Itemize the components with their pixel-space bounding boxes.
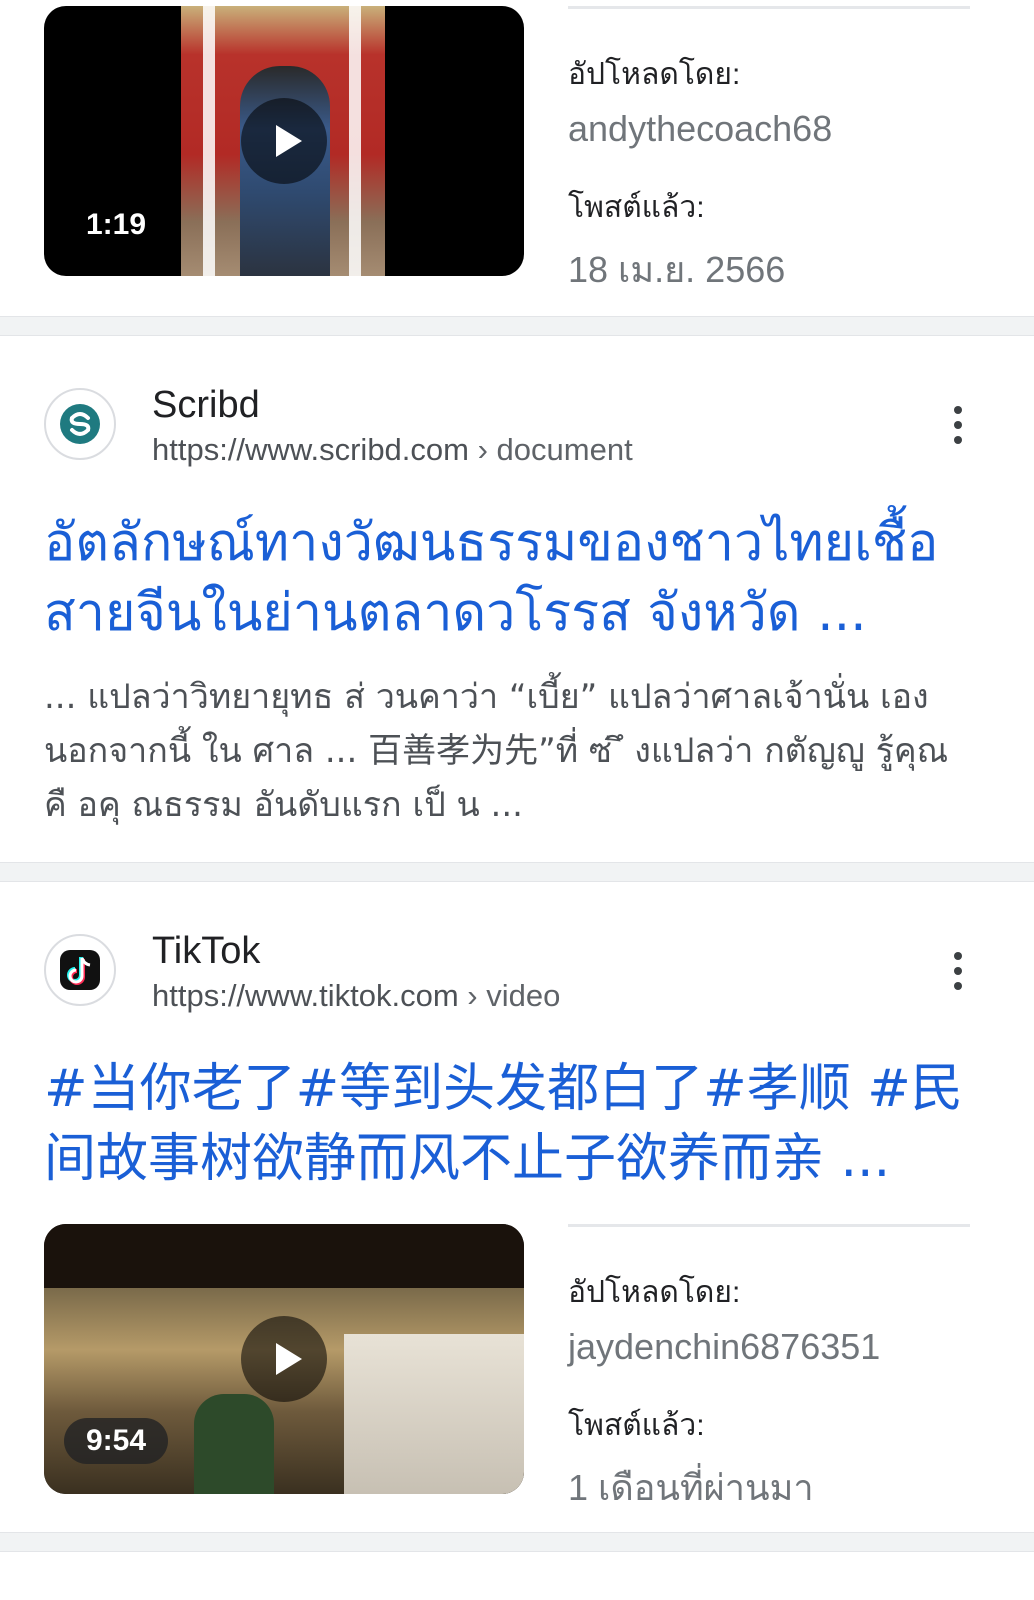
video-result-card-1: 1:19 อัปโหลดโดย: andythecoach68 โพสต์แล้… xyxy=(0,0,1034,316)
result-title-link[interactable]: อัตลักษณ์ทางวัฒนธรรมของชาวไทยเชื้อสายจีน… xyxy=(44,508,974,648)
posted-label: โพสต์แล้ว: xyxy=(568,191,705,224)
source-url: https://www.tiktok.com › video xyxy=(152,978,560,1014)
source-url: https://www.scribd.com › document xyxy=(152,432,633,468)
video-duration: 9:54 xyxy=(64,1418,169,1464)
more-options-icon[interactable] xyxy=(950,406,966,446)
result-divider xyxy=(0,862,1034,882)
video-meta-1: อัปโหลดโดย: andythecoach68 โพสต์แล้ว: 18… xyxy=(568,6,970,298)
play-icon[interactable] xyxy=(241,1316,327,1402)
source-name: Scribd xyxy=(152,384,260,426)
posted-date: 1 เดือนที่ผ่านมา xyxy=(568,1467,814,1508)
result-divider xyxy=(0,1532,1034,1552)
uploaded-by-label: อัปโหลดโดย: xyxy=(568,58,741,91)
url-text: https://www.scribd.com xyxy=(152,432,469,467)
result-divider xyxy=(0,316,1034,336)
uploaded-by-label: อัปโหลดโดย: xyxy=(568,1276,741,1309)
meta-divider xyxy=(568,6,970,9)
url-text: https://www.tiktok.com xyxy=(152,978,459,1013)
url-breadcrumb: › video xyxy=(467,978,561,1013)
uploader-name[interactable]: andythecoach68 xyxy=(568,108,970,150)
search-result-scribd: Scribd https://www.scribd.com › document… xyxy=(0,336,1034,862)
url-breadcrumb: › document xyxy=(477,432,633,467)
meta-divider xyxy=(568,1224,970,1227)
result-source-tiktok[interactable]: TikTok https://www.tiktok.com › video xyxy=(44,930,994,1020)
result-title-link[interactable]: #当你老了#等到头发都白了#孝顺 #民间故事树欲静而风不止子欲养而亲 ... xyxy=(44,1054,974,1194)
video-thumbnail-2[interactable]: 9:54 xyxy=(44,1224,524,1494)
play-icon[interactable] xyxy=(241,98,327,184)
source-name: TikTok xyxy=(152,930,261,972)
video-duration: 1:19 xyxy=(86,208,147,241)
scribd-logo-icon xyxy=(44,388,116,460)
posted-label: โพสต์แล้ว: xyxy=(568,1409,705,1442)
video-meta-2: อัปโหลดโดย: jaydenchin6876351 โพสต์แล้ว:… xyxy=(568,1224,970,1516)
search-result-tiktok: TikTok https://www.tiktok.com › video #当… xyxy=(0,882,1034,1532)
result-source-scribd[interactable]: Scribd https://www.scribd.com › document xyxy=(44,384,994,474)
next-result-card xyxy=(0,1552,1034,1600)
video-thumbnail-1[interactable]: 1:19 xyxy=(44,6,524,276)
posted-date: 18 เม.ย. 2566 xyxy=(568,249,786,290)
tiktok-logo-icon xyxy=(44,934,116,1006)
more-options-icon[interactable] xyxy=(950,952,966,992)
uploader-name[interactable]: jaydenchin6876351 xyxy=(568,1326,970,1368)
result-snippet: ... แปลว่าวิทยายุทธ ส่ วนคาว่า “เบี้ย” แ… xyxy=(44,677,949,825)
